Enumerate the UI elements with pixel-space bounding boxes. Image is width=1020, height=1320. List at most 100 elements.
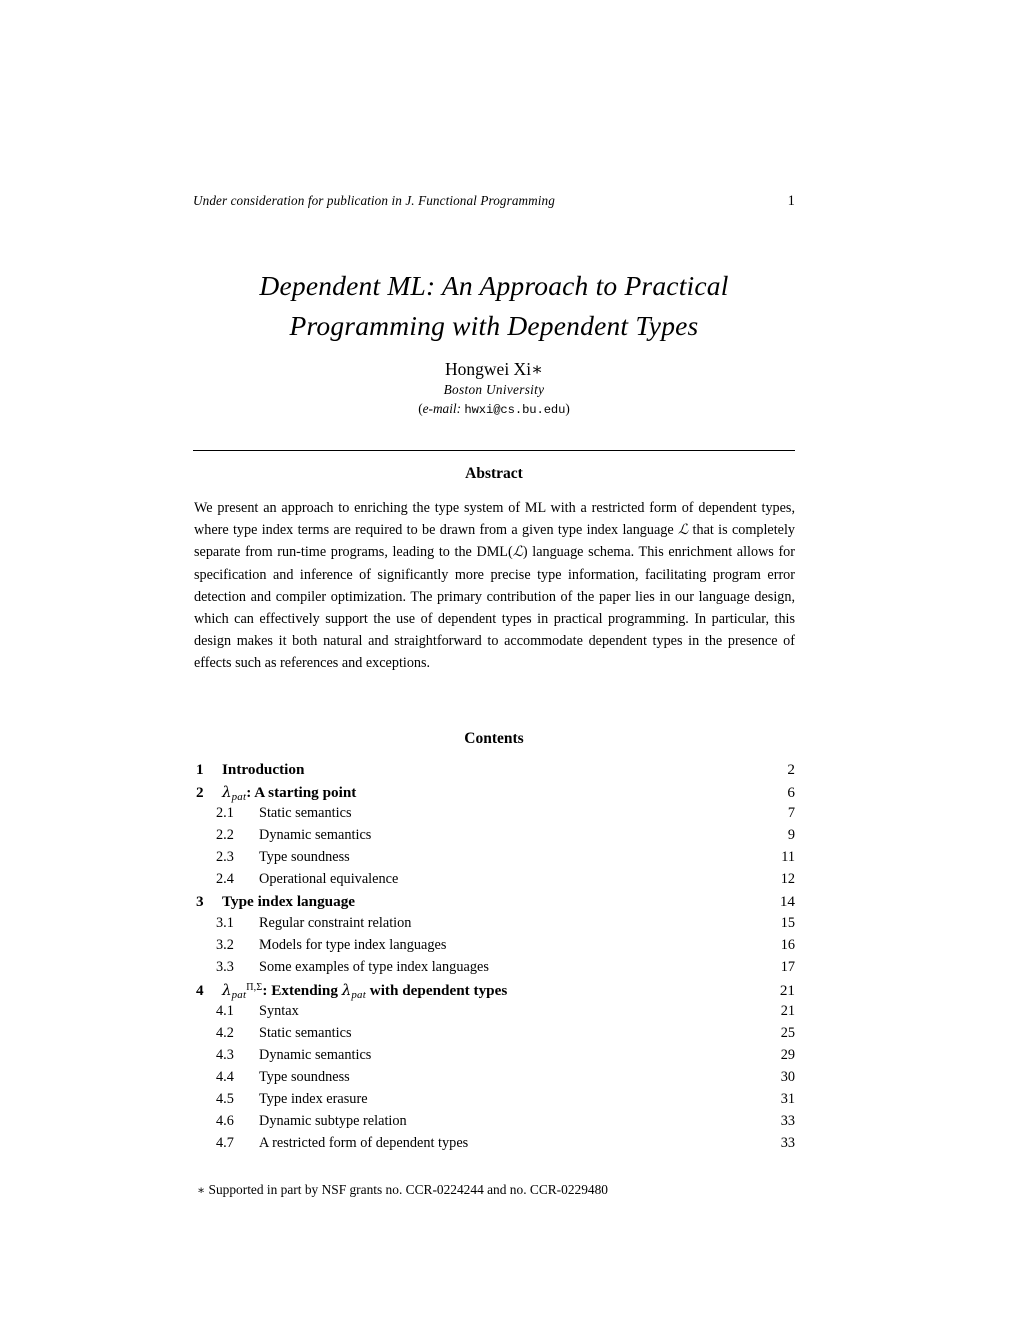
toc-label: Static semantics bbox=[259, 1025, 352, 1041]
toc-page-number: 14 bbox=[779, 893, 795, 910]
author-name-text: Hongwei Xi bbox=[445, 359, 532, 379]
toc-entry-subsection-4-6[interactable]: 4.6 Dynamic subtype relation 33 bbox=[193, 1113, 795, 1135]
lambda-subscript: pat bbox=[231, 791, 247, 804]
toc-label: Models for type index languages bbox=[259, 937, 447, 953]
email-paren-close: ) bbox=[565, 401, 570, 416]
abstract-heading: Abstract bbox=[465, 465, 523, 482]
toc-page-number: 21 bbox=[779, 982, 795, 999]
toc-entry-subsection-3-3[interactable]: 3.3 Some examples of type index language… bbox=[193, 959, 795, 981]
toc-page-number: 30 bbox=[780, 1069, 795, 1085]
paper-title-line-2: Programming with Dependent Types bbox=[289, 310, 699, 341]
toc-number: 4.1 bbox=[216, 1003, 234, 1019]
toc-number: 3.1 bbox=[216, 915, 234, 931]
toc-entry-subsection-4-4[interactable]: 4.4 Type soundness 30 bbox=[193, 1069, 795, 1091]
running-title: Under consideration for publication in J… bbox=[193, 193, 555, 208]
toc-entry-subsection-2-3[interactable]: 2.3 Type soundness 11 bbox=[193, 849, 795, 871]
lambda-symbol-2: λ bbox=[341, 981, 352, 999]
toc-entry-section-3[interactable]: 3 Type index language 14 bbox=[193, 893, 795, 915]
author-name: Hongwei Xi∗ bbox=[193, 358, 795, 380]
toc-number: 2.3 bbox=[216, 849, 234, 865]
toc-number: 2.4 bbox=[216, 871, 234, 887]
toc-label: Operational equivalence bbox=[259, 871, 399, 887]
paper-title: Dependent ML: An Approach to Practical P… bbox=[193, 266, 795, 346]
toc-number: 3.3 bbox=[216, 959, 234, 975]
toc-entry-subsection-4-5[interactable]: 4.5 Type index erasure 31 bbox=[193, 1091, 795, 1113]
author-block: Hongwei Xi∗ Boston University (e-mail: h… bbox=[193, 358, 795, 420]
toc-entry-subsection-4-1[interactable]: 4.1 Syntax 21 bbox=[193, 1003, 795, 1025]
toc-label: Type soundness bbox=[259, 849, 350, 865]
footnote-marker: ∗ bbox=[197, 1183, 206, 1197]
toc-label: Type index erasure bbox=[259, 1091, 368, 1107]
toc-number: 3.2 bbox=[216, 937, 234, 953]
author-affiliation: Boston University bbox=[443, 382, 545, 397]
toc-number: 4.6 bbox=[216, 1113, 234, 1129]
toc-label: Static semantics bbox=[259, 805, 352, 821]
toc-page-number: 9 bbox=[787, 827, 795, 843]
toc-entry-subsection-3-2[interactable]: 3.2 Models for type index languages 16 bbox=[193, 937, 795, 959]
abstract-text-part-3: ) language schema. This enrichment allow… bbox=[194, 544, 795, 672]
toc-page-number: 33 bbox=[780, 1113, 795, 1129]
page-folio: 1 bbox=[787, 193, 795, 209]
toc-page-number: 31 bbox=[780, 1091, 795, 1107]
lambda-symbol: λ bbox=[222, 981, 232, 999]
lambda-symbol: λ bbox=[222, 783, 232, 801]
toc-number: 4.7 bbox=[216, 1135, 234, 1151]
toc-label: Introduction bbox=[222, 761, 305, 778]
toc-number: 2.1 bbox=[216, 805, 234, 821]
toc-label-suffix: : A starting point bbox=[246, 784, 357, 801]
toc-label: Dynamic semantics bbox=[259, 827, 372, 843]
footnote: ∗ Supported in part by NSF grants no. CC… bbox=[197, 1181, 797, 1199]
toc-entry-subsection-4-2[interactable]: 4.2 Static semantics 25 bbox=[193, 1025, 795, 1047]
toc-label: Type soundness bbox=[259, 1069, 350, 1085]
toc-entry-section-2[interactable]: 2 λpat: A starting point 6 bbox=[193, 783, 795, 805]
toc-page-number: 29 bbox=[780, 1047, 795, 1063]
footnote-text: Supported in part by NSF grants no. CCR-… bbox=[208, 1182, 609, 1197]
toc-label-middle: : Extending bbox=[262, 982, 342, 999]
toc-page-number: 11 bbox=[781, 849, 795, 865]
toc-number: 4 bbox=[196, 982, 204, 999]
toc-label: Some examples of type index languages bbox=[259, 959, 489, 975]
toc-label: Type index language bbox=[222, 893, 356, 910]
lambda-superscript: Π,Σ bbox=[246, 982, 263, 994]
toc-entry-subsection-2-4[interactable]: 2.4 Operational equivalence 12 bbox=[193, 871, 795, 893]
toc-label: λpat: A starting point bbox=[222, 783, 775, 803]
toc-label: λpatΠ,Σ: Extending λpat with dependent t… bbox=[222, 981, 775, 1001]
symbol-script-l-2: ℒ bbox=[512, 544, 523, 561]
toc-entry-subsection-2-1[interactable]: 2.1 Static semantics 7 bbox=[193, 805, 795, 827]
toc-page-number: 7 bbox=[787, 805, 795, 821]
toc-label-suffix: with dependent types bbox=[365, 982, 508, 999]
abstract-divider-rule bbox=[193, 450, 795, 452]
table-of-contents: 1 Introduction 2 2 λpat: A starting poin… bbox=[193, 761, 795, 1157]
toc-page-number: 6 bbox=[787, 784, 795, 801]
toc-label: Dynamic semantics bbox=[259, 1047, 372, 1063]
toc-entry-subsection-3-1[interactable]: 3.1 Regular constraint relation 15 bbox=[193, 915, 795, 937]
toc-page-number: 17 bbox=[780, 959, 795, 975]
contents-heading: Contents bbox=[464, 730, 524, 747]
email-address: hwxi@cs.bu.edu bbox=[464, 403, 566, 417]
running-header: Under consideration for publication in J… bbox=[193, 193, 795, 210]
toc-entry-subsection-2-2[interactable]: 2.2 Dynamic semantics 9 bbox=[193, 827, 795, 849]
toc-number: 2 bbox=[196, 784, 204, 801]
toc-page-number: 33 bbox=[780, 1135, 795, 1151]
lambda-subscript: pat bbox=[231, 989, 247, 1002]
toc-number: 4.4 bbox=[216, 1069, 234, 1085]
toc-entry-subsection-4-3[interactable]: 4.3 Dynamic semantics 29 bbox=[193, 1047, 795, 1069]
toc-page-number: 2 bbox=[787, 761, 795, 778]
toc-label: Syntax bbox=[259, 1003, 299, 1019]
toc-number: 4.5 bbox=[216, 1091, 234, 1107]
email-label: e-mail: bbox=[422, 401, 462, 416]
toc-entry-section-4[interactable]: 4 λpatΠ,Σ: Extending λpat with dependent… bbox=[193, 981, 795, 1003]
toc-label: Dynamic subtype relation bbox=[259, 1113, 407, 1129]
toc-entry-section-1[interactable]: 1 Introduction 2 bbox=[193, 761, 795, 783]
toc-page-number: 15 bbox=[780, 915, 795, 931]
toc-page-number: 25 bbox=[780, 1025, 795, 1041]
toc-number: 4.3 bbox=[216, 1047, 234, 1063]
toc-entry-subsection-4-7[interactable]: 4.7 A restricted form of dependent types… bbox=[193, 1135, 795, 1157]
toc-number: 4.2 bbox=[216, 1025, 234, 1041]
author-footnote-marker: ∗ bbox=[531, 359, 543, 379]
toc-page-number: 12 bbox=[780, 871, 795, 887]
paper-title-line-1: Dependent ML: An Approach to Practical bbox=[259, 270, 729, 301]
abstract-body: We present an approach to enriching the … bbox=[194, 497, 795, 675]
toc-number: 3 bbox=[196, 893, 204, 910]
lambda-subscript-2: pat bbox=[351, 989, 366, 1002]
